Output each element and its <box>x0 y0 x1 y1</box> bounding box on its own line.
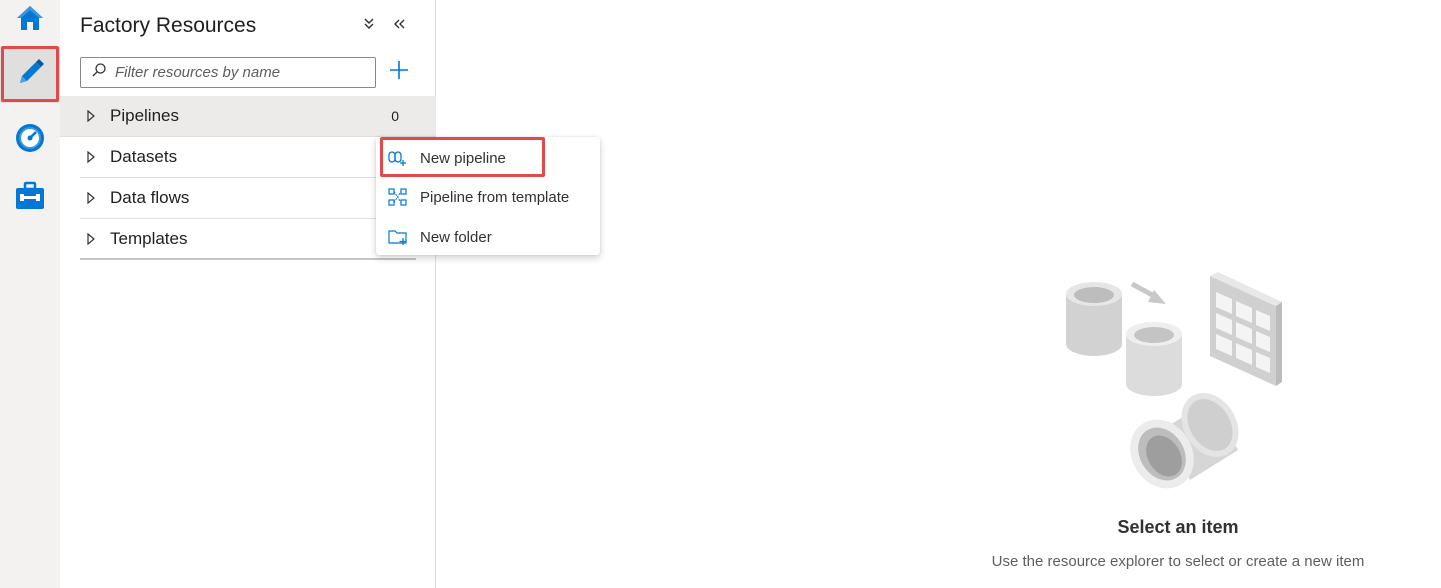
tree-item-datasets[interactable]: Datasets <box>80 137 416 178</box>
collapse-panel-button[interactable] <box>387 14 411 38</box>
chevron-right-icon[interactable] <box>80 110 110 122</box>
plus-icon <box>388 59 410 86</box>
template-icon <box>388 187 408 207</box>
toolbox-icon <box>14 180 46 217</box>
tree-item-label: Data flows <box>110 188 190 207</box>
tree-item-label: Datasets <box>110 147 178 166</box>
empty-state-title: Select an item <box>1117 517 1239 537</box>
menu-item-label: Pipeline from template <box>420 188 570 206</box>
pencil-icon <box>14 57 46 94</box>
manage-button[interactable] <box>0 170 60 226</box>
home-icon <box>15 4 45 37</box>
menu-item-new-folder[interactable]: New folder <box>376 217 600 257</box>
double-chevron-down-icon <box>362 17 376 35</box>
search-icon <box>91 62 107 83</box>
chevron-right-icon[interactable] <box>80 151 110 163</box>
empty-state-illustration <box>1050 262 1290 502</box>
chevron-right-icon[interactable] <box>80 232 110 245</box>
left-rail <box>0 0 60 588</box>
menu-item-new-pipeline[interactable]: New pipeline <box>376 138 600 178</box>
empty-state-subtitle: Use the resource explorer to select or c… <box>991 553 1365 570</box>
pipeline-icon <box>388 148 408 168</box>
menu-item-label: New pipeline <box>420 149 506 167</box>
menu-item-label: New folder <box>420 228 492 246</box>
pipelines-count: 0 <box>391 108 399 124</box>
add-resource-button[interactable] <box>385 58 413 86</box>
monitor-button[interactable] <box>0 112 60 168</box>
panel-title: Factory Resources <box>80 14 257 37</box>
chevron-right-icon[interactable] <box>80 192 110 204</box>
tree-item-templates[interactable]: Templates <box>80 219 416 260</box>
tree-item-data-flows[interactable]: Data flows <box>80 178 416 219</box>
factory-resources-panel: Factory Resources Pipelines 0 <box>60 0 436 588</box>
home-button[interactable] <box>0 0 60 40</box>
filter-input[interactable] <box>115 64 355 81</box>
resource-tree: Pipelines 0 Datasets Data flows Template… <box>60 96 436 260</box>
tree-item-label: Templates <box>110 228 188 248</box>
filter-search-box[interactable] <box>80 57 376 88</box>
tree-item-pipelines[interactable]: Pipelines 0 <box>60 96 436 137</box>
monitor-icon <box>14 122 46 159</box>
tree-item-label: Pipelines <box>110 106 179 125</box>
pipeline-context-menu: New pipeline Pipeline from template New … <box>376 137 600 255</box>
menu-item-pipeline-from-template[interactable]: Pipeline from template <box>376 177 600 217</box>
expand-all-button[interactable] <box>357 14 381 38</box>
new-folder-icon <box>388 227 408 247</box>
double-chevron-left-icon <box>392 17 406 35</box>
author-button[interactable] <box>0 47 60 103</box>
